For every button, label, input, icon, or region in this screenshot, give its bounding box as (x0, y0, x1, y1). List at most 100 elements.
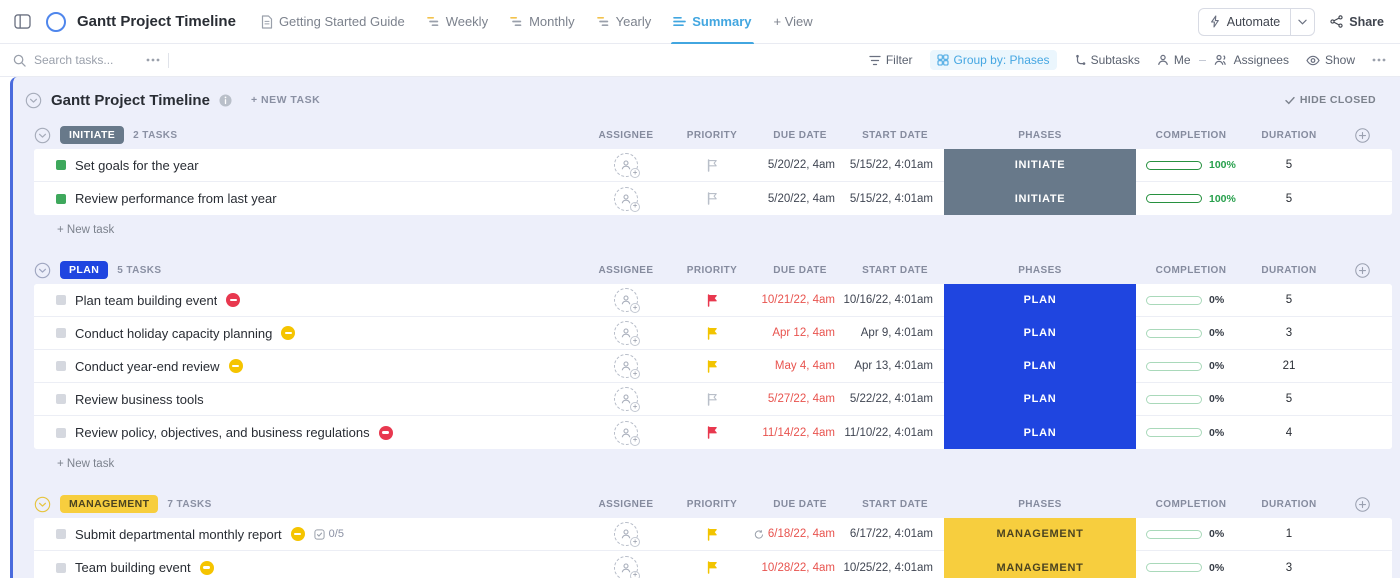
collapse-view-chevron-icon[interactable] (25, 92, 42, 109)
start-date-cell[interactable]: Apr 9, 4:01am (846, 327, 944, 339)
column-header[interactable]: DURATION (1246, 130, 1332, 141)
column-header[interactable]: DURATION (1246, 265, 1332, 276)
column-header[interactable]: START DATE (846, 499, 944, 510)
task-row[interactable]: Review performance from last year 5/20/22… (34, 182, 1392, 215)
search-tasks[interactable] (13, 53, 160, 67)
task-name[interactable]: Team building event (75, 560, 191, 575)
me-filter-button[interactable]: Me (1157, 53, 1191, 67)
column-header[interactable]: COMPLETION (1136, 499, 1246, 510)
task-row[interactable]: Set goals for the year 5/20/22, 4am 5/15/2… (34, 149, 1392, 182)
automate-dropdown-button[interactable] (1290, 8, 1314, 35)
info-icon[interactable] (219, 93, 232, 107)
phase-cell[interactable]: MANAGEMENT (944, 551, 1136, 578)
filter-button[interactable]: Filter (869, 53, 913, 67)
phase-cell[interactable]: PLAN (944, 317, 1136, 349)
column-header[interactable]: PRIORITY (670, 265, 754, 276)
task-row[interactable]: Review policy, objectives, and business … (34, 416, 1392, 449)
assignee-avatar[interactable] (614, 186, 640, 212)
group-badge[interactable]: PLAN (60, 261, 109, 279)
task-name[interactable]: Review policy, objectives, and business … (75, 425, 370, 440)
column-header[interactable]: PRIORITY (670, 130, 754, 141)
assignee-avatar[interactable] (614, 153, 640, 178)
group-by-button[interactable]: Group by: Phases (929, 50, 1057, 70)
task-name[interactable]: Plan team building event (75, 293, 217, 308)
start-date-cell[interactable]: 11/10/22, 4:01am (844, 427, 944, 439)
task-row[interactable]: Review business tools 5/27/22, 4am 5/22/22… (34, 383, 1392, 416)
phase-cell[interactable]: INITIATE (944, 149, 1136, 181)
tab-summary[interactable]: Summary (662, 0, 762, 44)
task-name[interactable]: Review performance from last year (75, 191, 277, 206)
automate-button[interactable]: Automate (1199, 9, 1291, 35)
start-date-cell[interactable]: 5/22/22, 4:01am (846, 393, 944, 405)
task-status-checkbox[interactable] (56, 328, 66, 338)
task-status-checkbox[interactable] (56, 160, 66, 170)
due-date-cell[interactable]: Apr 12, 4am (754, 327, 846, 339)
task-name[interactable]: Set goals for the year (75, 158, 199, 173)
group-collapse-button[interactable] (34, 496, 51, 513)
column-header[interactable]: DUE DATE (754, 265, 846, 276)
task-row[interactable]: Conduct holiday capacity planning Apr 12,… (34, 317, 1392, 350)
tab-weekly[interactable]: Weekly (416, 0, 499, 44)
task-name[interactable]: Conduct holiday capacity planning (75, 326, 272, 341)
column-header[interactable]: COMPLETION (1136, 130, 1246, 141)
due-date-cell[interactable]: 6/18/22, 4am (754, 528, 846, 540)
assignee-avatar[interactable] (614, 354, 640, 379)
due-date-cell[interactable]: 11/14/22, 4am (754, 427, 846, 439)
add-task-button[interactable]: + New task (34, 215, 1392, 244)
priority-cell[interactable] (670, 561, 754, 574)
show-button[interactable]: Show (1306, 53, 1355, 67)
phase-cell[interactable]: MANAGEMENT (944, 518, 1136, 550)
due-date-cell[interactable]: 10/28/22, 4am (754, 562, 846, 574)
task-row[interactable]: Team building event 10/28/22, 4am 10/25/22… (34, 551, 1392, 578)
priority-cell[interactable] (670, 426, 754, 439)
column-header[interactable]: START DATE (846, 130, 944, 141)
column-header[interactable]: START DATE (846, 265, 944, 276)
column-header[interactable]: ASSIGNEE (582, 499, 670, 510)
task-name[interactable]: Conduct year-end review (75, 359, 220, 374)
share-button[interactable]: Share (1330, 15, 1384, 29)
add-column-button[interactable] (1332, 262, 1392, 278)
assignee-avatar[interactable] (614, 420, 640, 446)
task-status-checkbox[interactable] (56, 562, 66, 573)
column-header[interactable]: DURATION (1246, 499, 1332, 510)
sidebar-toggle-icon[interactable] (14, 14, 31, 29)
column-header[interactable]: PHASES (944, 130, 1136, 141)
priority-cell[interactable] (670, 293, 754, 307)
add-column-button[interactable] (1332, 127, 1392, 143)
hide-closed-button[interactable]: HIDE CLOSED (1285, 94, 1376, 106)
start-date-cell[interactable]: 10/16/22, 4:01am (843, 294, 944, 306)
due-date-cell[interactable]: 5/20/22, 4am (754, 193, 846, 205)
start-date-cell[interactable]: 5/15/22, 4:01am (846, 193, 944, 205)
tab-getting-started-guide[interactable]: Getting Started Guide (250, 0, 416, 44)
task-status-checkbox[interactable] (56, 295, 66, 305)
assignee-avatar[interactable] (614, 387, 640, 412)
task-row[interactable]: Plan team building event 10/21/22, 4am 10/… (34, 284, 1392, 317)
priority-cell[interactable] (670, 158, 754, 172)
task-status-checkbox[interactable] (56, 427, 66, 438)
phase-cell[interactable]: INITIATE (944, 182, 1136, 215)
column-header[interactable]: PHASES (944, 265, 1136, 276)
phase-cell[interactable]: PLAN (944, 350, 1136, 382)
space-logo[interactable] (46, 11, 66, 32)
toolbar-more-icon[interactable] (1372, 58, 1386, 62)
task-status-checkbox[interactable] (56, 394, 66, 404)
due-date-cell[interactable]: 5/20/22, 4am (754, 159, 846, 171)
start-date-cell[interactable]: 6/17/22, 4:01am (846, 528, 944, 540)
phase-cell[interactable]: PLAN (944, 284, 1136, 316)
task-name[interactable]: Review business tools (75, 392, 204, 407)
task-status-checkbox[interactable] (56, 193, 66, 204)
tab-monthly[interactable]: Monthly (499, 0, 586, 44)
task-status-checkbox[interactable] (56, 529, 66, 539)
assignee-avatar[interactable] (614, 321, 640, 346)
column-header[interactable]: PHASES (944, 499, 1136, 510)
tab-add-view[interactable]: + View (763, 0, 824, 44)
priority-cell[interactable] (670, 192, 754, 205)
start-date-cell[interactable]: 5/15/22, 4:01am (846, 159, 944, 171)
task-checklist[interactable]: 0/5 (314, 528, 344, 540)
new-task-button[interactable]: + NEW TASK (251, 94, 320, 106)
start-date-cell[interactable]: 10/25/22, 4:01am (843, 562, 944, 574)
phase-cell[interactable]: PLAN (944, 383, 1136, 415)
search-more-icon[interactable] (146, 58, 160, 62)
task-status-checkbox[interactable] (56, 361, 66, 371)
assignees-button[interactable]: Assignees (1214, 53, 1289, 67)
